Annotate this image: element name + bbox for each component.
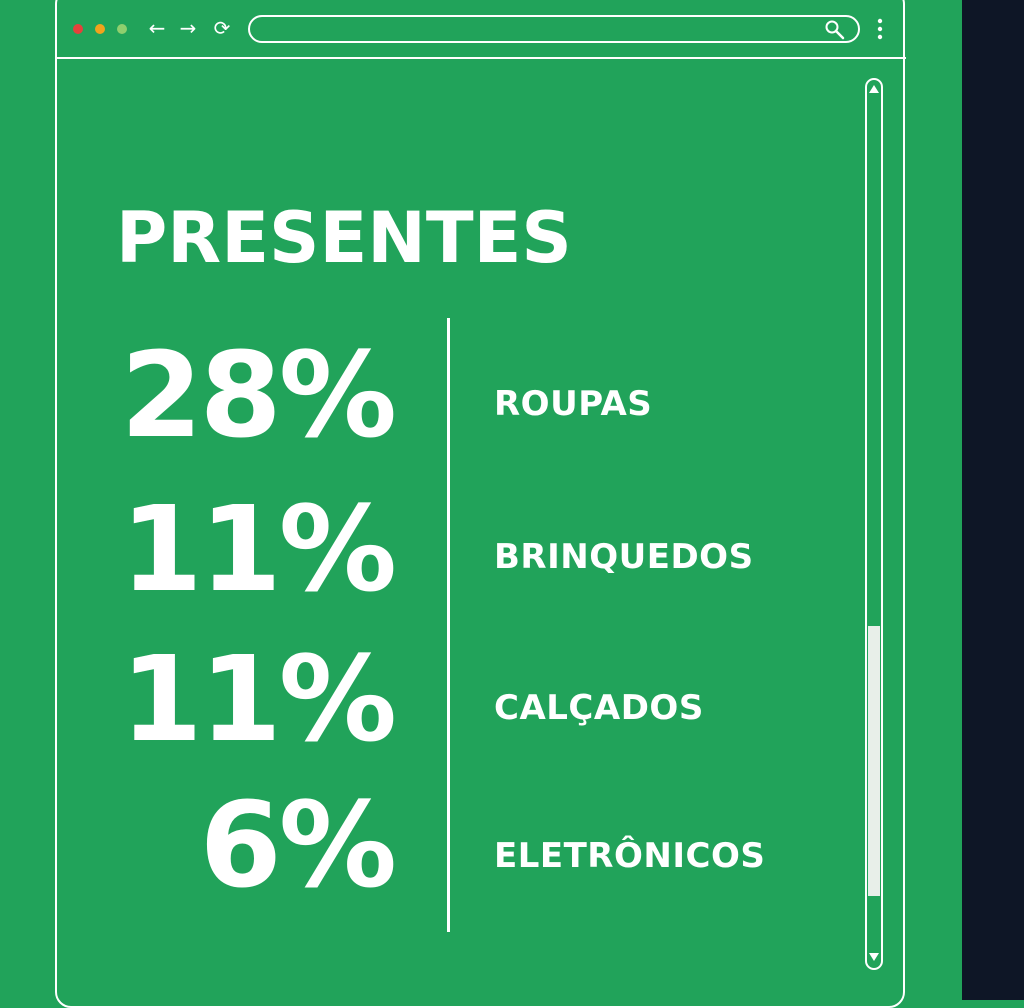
address-bar[interactable] bbox=[248, 15, 860, 43]
back-arrow-icon[interactable]: ← bbox=[146, 16, 168, 40]
stat-label-calcados: CALÇADOS bbox=[494, 688, 704, 728]
kebab-menu-icon[interactable] bbox=[872, 16, 888, 42]
scroll-up-arrow-icon[interactable] bbox=[867, 82, 881, 96]
window-close-dot[interactable] bbox=[73, 24, 83, 34]
stat-value-brinquedos: 11% bbox=[120, 480, 397, 618]
stat-value-roupas: 28% bbox=[120, 326, 397, 464]
stat-value-calcados: 11% bbox=[120, 630, 397, 768]
reload-icon[interactable]: ⟳ bbox=[211, 16, 233, 40]
page-title: PRESENTES bbox=[116, 197, 572, 279]
titlebar-divider bbox=[56, 57, 906, 59]
stat-value-eletronicos: 6% bbox=[199, 776, 397, 914]
side-panel bbox=[962, 0, 1024, 1000]
stat-label-eletronicos: ELETRÔNICOS bbox=[494, 836, 766, 876]
window-maximize-dot[interactable] bbox=[117, 24, 127, 34]
stat-label-brinquedos: BRINQUEDOS bbox=[494, 537, 754, 577]
scroll-down-arrow-icon[interactable] bbox=[867, 950, 881, 964]
scroll-thumb[interactable] bbox=[868, 626, 880, 896]
forward-arrow-icon[interactable]: → bbox=[177, 16, 199, 40]
window-minimize-dot[interactable] bbox=[95, 24, 105, 34]
stats-divider bbox=[447, 318, 450, 932]
search-icon[interactable] bbox=[824, 19, 846, 41]
vertical-scrollbar[interactable] bbox=[865, 78, 883, 970]
stat-label-roupas: ROUPAS bbox=[494, 384, 653, 424]
